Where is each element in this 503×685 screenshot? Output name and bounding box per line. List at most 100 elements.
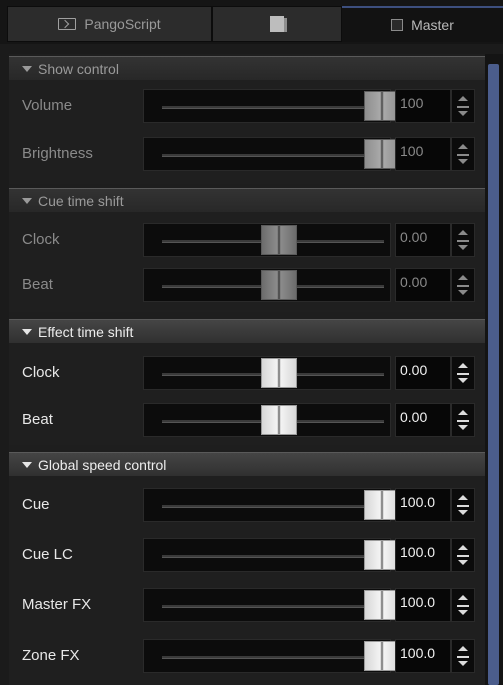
spin-down-icon[interactable] xyxy=(458,661,468,666)
row-label-clock: Clock xyxy=(22,364,60,381)
spin-divider xyxy=(457,420,469,422)
spin-divider xyxy=(457,605,469,607)
spin-divider xyxy=(457,106,469,108)
row-label-beat: Beat xyxy=(22,276,53,293)
slider-cue-clock[interactable] xyxy=(143,223,391,257)
value-master-fx[interactable]: 100.0 xyxy=(395,588,451,622)
spinner-brightness[interactable] xyxy=(451,137,475,171)
tab-master[interactable]: Master xyxy=(342,6,503,42)
section-header-effect-time-shift[interactable]: Effect time shift xyxy=(9,319,485,343)
section-title: Show control xyxy=(38,60,119,77)
value-zone-fx[interactable]: 100.0 xyxy=(395,639,451,673)
spinner-effect-beat[interactable] xyxy=(451,403,475,437)
master-icon xyxy=(391,19,404,31)
spin-down-icon[interactable] xyxy=(458,159,468,164)
spin-down-icon[interactable] xyxy=(458,510,468,515)
value-volume[interactable]: 100 xyxy=(395,89,451,123)
slider-zone-fx[interactable] xyxy=(143,639,400,673)
slider-volume[interactable] xyxy=(143,89,400,123)
spin-up-icon[interactable] xyxy=(458,363,468,368)
row-label-brightness: Brightness xyxy=(22,145,93,162)
tab-label: Master xyxy=(411,17,454,33)
slider-effect-beat[interactable] xyxy=(143,403,391,437)
spin-up-icon[interactable] xyxy=(458,275,468,280)
spin-down-icon[interactable] xyxy=(458,378,468,383)
slider-track xyxy=(162,605,384,608)
slider-brightness[interactable] xyxy=(143,137,400,171)
collapse-caret-icon xyxy=(22,65,32,72)
spinner-cue[interactable] xyxy=(451,488,475,522)
scrollbar-thumb[interactable] xyxy=(488,64,499,685)
slider-track xyxy=(162,106,384,109)
document-icon xyxy=(270,16,287,32)
spin-divider xyxy=(457,240,469,242)
spin-down-icon[interactable] xyxy=(458,560,468,565)
row-label-beat: Beat xyxy=(22,411,53,428)
slider-handle[interactable] xyxy=(261,270,297,300)
spin-divider xyxy=(457,285,469,287)
script-icon xyxy=(58,18,77,30)
spin-up-icon[interactable] xyxy=(458,410,468,415)
spin-up-icon[interactable] xyxy=(458,545,468,550)
section-title: Global speed control xyxy=(38,456,167,473)
spin-up-icon[interactable] xyxy=(458,96,468,101)
row-label-master-fx: Master FX xyxy=(22,596,92,613)
slider-track xyxy=(162,555,384,558)
spinner-master-fx[interactable] xyxy=(451,588,475,622)
section-title: Cue time shift xyxy=(38,192,124,209)
spin-divider xyxy=(457,154,469,156)
slider-handle[interactable] xyxy=(261,225,297,255)
spin-down-icon[interactable] xyxy=(458,425,468,430)
slider-master-fx[interactable] xyxy=(143,588,400,622)
spin-up-icon[interactable] xyxy=(458,646,468,651)
tab-pangoscript[interactable]: PangoScript xyxy=(7,6,212,42)
spin-up-icon[interactable] xyxy=(458,144,468,149)
value-effect-beat[interactable]: 0.00 xyxy=(395,403,451,437)
spin-down-icon[interactable] xyxy=(458,111,468,116)
tab-label: PangoScript xyxy=(84,16,161,32)
slider-cue[interactable] xyxy=(143,488,400,522)
row-label-clock: Clock xyxy=(22,231,60,248)
section-header-cue-time-shift[interactable]: Cue time shift xyxy=(9,188,485,212)
spin-divider xyxy=(457,505,469,507)
spin-divider xyxy=(457,656,469,658)
value-brightness[interactable]: 100 xyxy=(395,137,451,171)
row-label-zone-fx: Zone FX xyxy=(22,647,80,664)
spin-divider xyxy=(457,373,469,375)
collapse-caret-icon xyxy=(22,197,32,204)
value-effect-clock[interactable]: 0.00 xyxy=(395,356,451,390)
section-title: Effect time shift xyxy=(38,323,134,340)
row-label-volume: Volume xyxy=(22,97,73,114)
spin-down-icon[interactable] xyxy=(458,610,468,615)
tab-document[interactable] xyxy=(212,6,342,42)
slider-effect-clock[interactable] xyxy=(143,356,391,390)
section-header-global-speed-control[interactable]: Global speed control xyxy=(9,452,485,476)
slider-cue-beat[interactable] xyxy=(143,268,391,302)
spin-divider xyxy=(457,555,469,557)
value-cue-lc[interactable]: 100.0 xyxy=(395,538,451,572)
value-cue-beat[interactable]: 0.00 xyxy=(395,268,451,302)
spinner-cue-beat[interactable] xyxy=(451,268,475,302)
spinner-volume[interactable] xyxy=(451,89,475,123)
spin-up-icon[interactable] xyxy=(458,495,468,500)
value-cue[interactable]: 100.0 xyxy=(395,488,451,522)
slider-track xyxy=(162,505,384,508)
value-cue-clock[interactable]: 0.00 xyxy=(395,223,451,257)
spinner-cue-clock[interactable] xyxy=(451,223,475,257)
spinner-zone-fx[interactable] xyxy=(451,639,475,673)
slider-track xyxy=(162,656,384,659)
spin-down-icon[interactable] xyxy=(458,290,468,295)
tab-bar: PangoScript Master xyxy=(0,0,503,44)
slider-cue-lc[interactable] xyxy=(143,538,400,572)
spin-up-icon[interactable] xyxy=(458,595,468,600)
spinner-cue-lc[interactable] xyxy=(451,538,475,572)
spinner-effect-clock[interactable] xyxy=(451,356,475,390)
spin-up-icon[interactable] xyxy=(458,230,468,235)
collapse-caret-icon xyxy=(22,461,32,468)
collapse-caret-icon xyxy=(22,328,32,335)
slider-handle[interactable] xyxy=(261,358,297,388)
row-label-cue-lc: Cue LC xyxy=(22,546,73,563)
spin-down-icon[interactable] xyxy=(458,245,468,250)
section-header-show-control[interactable]: Show control xyxy=(9,56,485,80)
slider-handle[interactable] xyxy=(261,405,297,435)
